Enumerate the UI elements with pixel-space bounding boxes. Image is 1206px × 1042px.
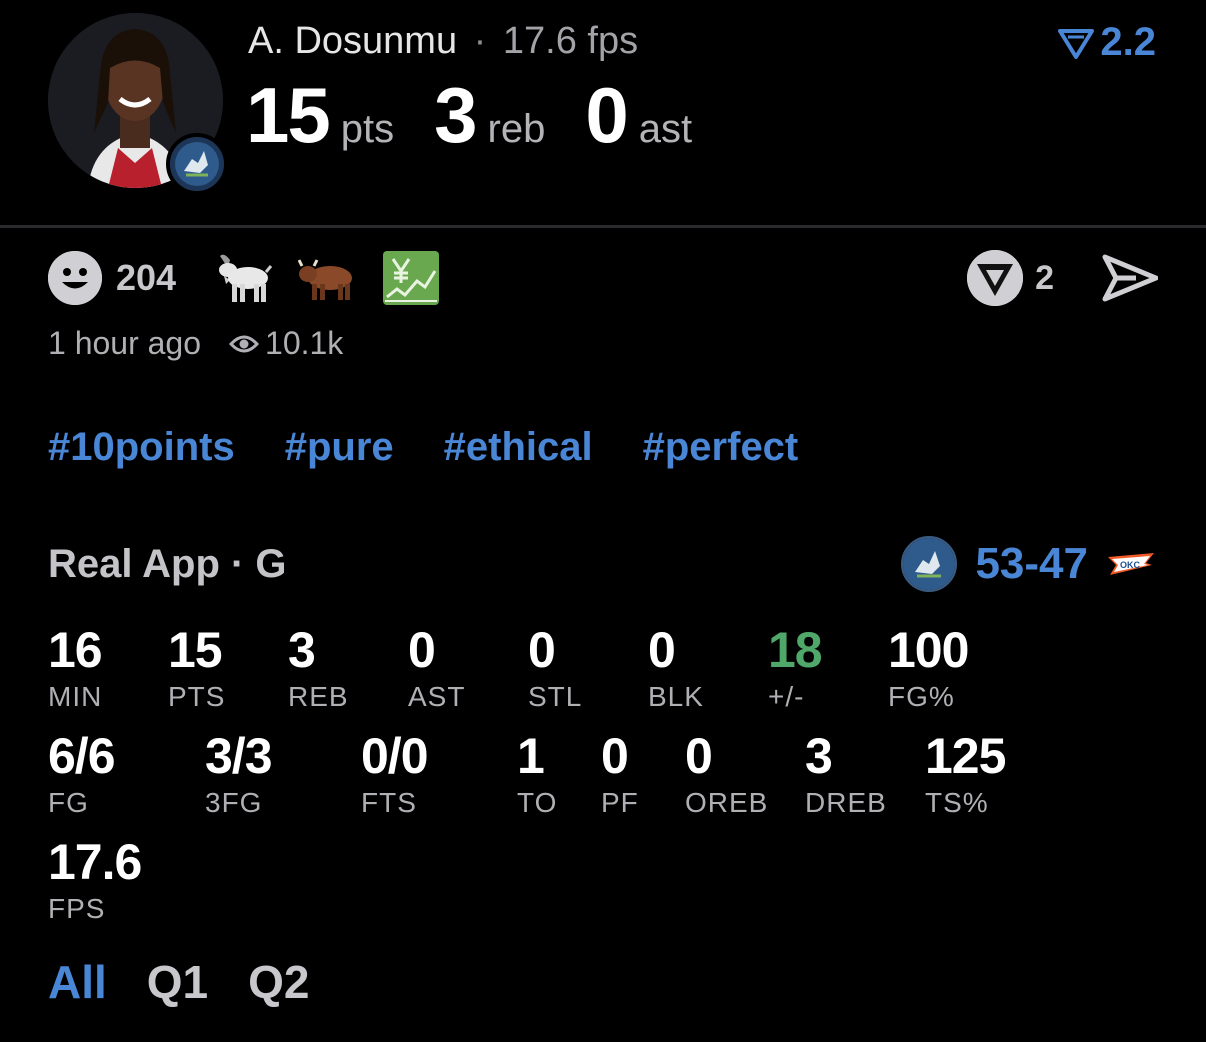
stat-value: 0	[528, 622, 556, 678]
stat-value: 3	[288, 622, 316, 678]
stat-value: 100	[888, 622, 969, 678]
bull-emoji-icon[interactable]	[298, 250, 356, 306]
stat-label: FG%	[888, 681, 955, 712]
game-label: Real App · G	[48, 542, 287, 586]
fps-value: 17.6 fps	[502, 20, 639, 62]
reactions-row: 204	[48, 250, 466, 306]
game-score[interactable]: 53-47 OKC	[901, 536, 1156, 592]
tab-all[interactable]: All	[48, 955, 107, 1009]
title-separator: ·	[473, 20, 487, 62]
stat-label: FG	[48, 787, 89, 818]
hashtag[interactable]: #ethical	[444, 425, 593, 470]
stat-label: DREB	[805, 787, 887, 818]
away-team-logo-icon: OKC	[1108, 553, 1154, 575]
stat-label: PTS	[168, 681, 226, 712]
pts-label: pts	[340, 107, 395, 151]
stat-value: 18	[768, 622, 823, 678]
stat-value: 16	[48, 622, 103, 678]
post-time: 1 hour ago	[48, 325, 202, 361]
stat-label: TO	[517, 787, 558, 818]
stat-value: 17.6	[48, 834, 142, 890]
ast-label: ast	[638, 107, 693, 151]
stat-label: AST	[408, 681, 466, 712]
ast-value: 0	[585, 71, 628, 159]
stat-3fg: 3/3 3FG	[205, 728, 273, 818]
tab-q2[interactable]: Q2	[248, 955, 309, 1009]
smile-reaction-icon[interactable]	[48, 251, 102, 305]
stat-value: 0	[601, 728, 629, 784]
stat-fps: 17.6 FPS	[48, 834, 142, 924]
stat-label: TS%	[925, 787, 989, 818]
stat-value: 1	[517, 728, 545, 784]
stat-pf: 0 PF	[601, 731, 639, 817]
stat-oreb: 0 OREB	[685, 731, 768, 817]
stat-label: OREB	[685, 787, 769, 818]
stat-value: 0	[408, 622, 436, 678]
stat-ast: 0 AST	[408, 625, 465, 711]
hashtag[interactable]: #pure	[285, 425, 394, 470]
stat-label: PF	[601, 787, 639, 818]
post-meta: 1 hour ago 10.1k	[48, 325, 343, 362]
stat-to: 1 TO	[517, 731, 557, 817]
stat-blk: 0 BLK	[648, 625, 704, 711]
reaction-count: 204	[116, 257, 177, 298]
hashtag-list: #10points #pure #ethical #perfect	[48, 425, 848, 470]
reb-value: 3	[434, 71, 477, 159]
stat-dreb: 3 DREB	[805, 731, 887, 817]
headline-stats: 15 pts 3 reb 0 ast	[246, 70, 732, 161]
score-value: 53-47	[975, 539, 1088, 588]
reward-count: 2	[1035, 258, 1054, 297]
stat-reb: 3 REB	[288, 625, 349, 711]
stat-label: BLK	[648, 681, 704, 712]
header-divider	[0, 225, 1206, 228]
stat-value: 3/3	[205, 728, 273, 784]
hashtag[interactable]: #perfect	[643, 425, 799, 470]
stat-label: MIN	[48, 681, 103, 712]
stat-fg-pct: 100 FG%	[888, 622, 969, 712]
stat-label: +/-	[768, 681, 805, 712]
eye-icon	[229, 332, 260, 356]
stat-label: STL	[528, 681, 583, 712]
stat-value: 0	[685, 728, 713, 784]
stat-label: 3FG	[205, 787, 263, 818]
stat-value: 0	[648, 622, 676, 678]
team-logo-icon	[166, 133, 228, 195]
stat-stl: 0 STL	[528, 625, 582, 711]
goat-emoji-icon[interactable]	[214, 250, 273, 306]
reb-label: reb	[487, 107, 546, 151]
pts-value: 15	[246, 71, 331, 159]
tab-q1[interactable]: Q1	[147, 955, 208, 1009]
stat-label: REB	[288, 681, 349, 712]
send-icon[interactable]	[1102, 253, 1158, 303]
chart-yen-emoji-icon[interactable]	[382, 250, 440, 306]
stat-value: 0/0	[361, 728, 429, 784]
rank-value: 2.2	[1100, 20, 1156, 64]
stat-value: 6/6	[48, 728, 116, 784]
stat-value: 125	[925, 728, 1006, 784]
stat-value: 3	[805, 728, 833, 784]
stat-label: FPS	[48, 893, 106, 924]
stat-plus-minus: 18 +/-	[768, 622, 823, 712]
view-count: 10.1k	[265, 325, 344, 361]
stat-label: FTS	[361, 787, 417, 818]
rank-icon	[1058, 28, 1095, 59]
rank-badge[interactable]: 2.2	[1058, 20, 1156, 65]
stat-ts-pct: 125 TS%	[925, 728, 1006, 818]
away-team-label: OKC	[1120, 560, 1141, 570]
reward-badge-icon[interactable]	[967, 250, 1024, 306]
post-actions: 2	[967, 250, 1158, 306]
period-tabs: All Q1 Q2	[48, 955, 350, 1009]
player-title: A. Dosunmu · 17.6 fps	[248, 20, 638, 63]
stat-fg: 6/6 FG	[48, 728, 116, 818]
home-team-logo-icon	[901, 536, 958, 592]
stat-value: 15	[168, 622, 223, 678]
stat-min: 16 MIN	[48, 622, 103, 712]
player-avatar-wrap[interactable]	[48, 13, 228, 195]
player-name[interactable]: A. Dosunmu	[248, 20, 457, 62]
stat-pts: 15 PTS	[168, 625, 225, 711]
stat-fts: 0/0 FTS	[361, 728, 429, 818]
hashtag[interactable]: #10points	[48, 425, 235, 470]
